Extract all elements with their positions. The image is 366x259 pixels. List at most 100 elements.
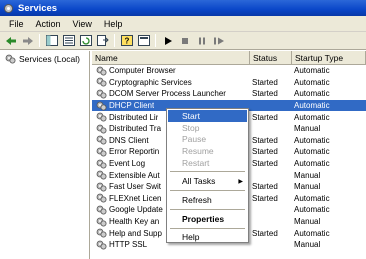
context-menu-properties[interactable]: Properties	[168, 213, 247, 225]
service-startup-type: Automatic	[294, 135, 330, 145]
gear-icon	[96, 217, 107, 227]
gear-icon	[96, 170, 107, 180]
menu-view[interactable]: View	[67, 19, 98, 29]
back-arrow-icon[interactable]	[3, 33, 18, 48]
context-menu-all-tasks[interactable]: All Tasks ▶	[168, 175, 247, 187]
service-name: Distributed Lir	[109, 112, 159, 122]
service-name-cell: DCOM Server Process Launcher	[92, 88, 250, 99]
service-name: Google Update	[109, 205, 163, 215]
context-menu-help[interactable]: Help	[168, 232, 247, 244]
toolbar-separator	[39, 34, 40, 47]
table-row[interactable]: Cryptographic Services Started Automatic	[92, 77, 366, 89]
service-name: Error Reportin	[109, 147, 160, 157]
start-service-icon[interactable]	[160, 33, 175, 48]
menu-separator	[170, 190, 245, 192]
service-status: Started	[252, 89, 278, 99]
service-name-cell: Cryptographic Services	[92, 77, 250, 88]
pause-service-icon[interactable]	[194, 33, 209, 48]
service-status: Started	[252, 193, 278, 203]
service-startup-type: Manual	[294, 182, 321, 192]
service-name: Event Log	[109, 159, 146, 169]
service-startup-type: Manual	[294, 124, 321, 134]
service-startup-type: Manual	[294, 240, 321, 250]
svg-text:?: ?	[124, 37, 129, 46]
service-startup-type: Automatic	[294, 205, 330, 215]
service-name: DCOM Server Process Launcher	[109, 89, 226, 99]
service-name: Help and Supp	[109, 228, 162, 238]
service-name: Fast User Swit	[109, 182, 162, 192]
service-startup-type: Automatic	[294, 159, 330, 169]
submenu-arrow-icon: ▶	[238, 178, 243, 185]
context-menu-refresh[interactable]: Refresh	[168, 194, 247, 206]
console-tree-icon[interactable]	[136, 33, 151, 48]
service-status: Started	[252, 147, 278, 157]
gear-icon	[96, 147, 107, 157]
service-name: DNS Client	[109, 135, 149, 145]
toolbar: ?	[0, 32, 366, 50]
gear-icon	[96, 193, 107, 203]
tree-node-label: Services (Local)	[19, 54, 80, 64]
service-name: Health Key an	[109, 217, 160, 227]
service-name: Distributed Tra	[109, 124, 162, 134]
menu-help[interactable]: Help	[98, 19, 129, 29]
service-startup-type: Automatic	[294, 193, 330, 203]
context-menu-resume: Resume	[182, 145, 214, 156]
service-status: Started	[252, 112, 278, 122]
service-status: Started	[252, 228, 278, 238]
service-name-cell: Computer Browser	[92, 65, 250, 76]
service-startup-type: Automatic	[294, 101, 330, 111]
restart-service-icon[interactable]	[211, 33, 226, 48]
column-header-status[interactable]: Status	[250, 51, 292, 64]
gear-icon	[96, 124, 107, 134]
service-name: FLEXnet Licen	[109, 193, 162, 203]
table-row[interactable]: DCOM Server Process Launcher Started Autom…	[92, 88, 366, 100]
forward-arrow-icon[interactable]	[20, 33, 35, 48]
properties-icon[interactable]	[61, 33, 76, 48]
window-title: Services	[18, 2, 58, 14]
stop-service-icon[interactable]	[177, 33, 192, 48]
export-list-icon[interactable]	[95, 33, 110, 48]
gear-icon	[96, 101, 107, 111]
service-startup-type: Manual	[294, 217, 321, 227]
service-startup-type: Automatic	[294, 112, 330, 122]
service-startup-type: Automatic	[294, 66, 330, 76]
title-bar[interactable]: Services	[0, 0, 366, 16]
service-name: HTTP SSL	[109, 240, 148, 250]
service-startup-type: Manual	[294, 170, 321, 180]
column-header-startup-type[interactable]: Startup Type	[292, 51, 366, 64]
service-status: Started	[252, 159, 278, 169]
menu-separator	[170, 227, 245, 229]
menu-separator	[170, 208, 245, 210]
context-menu-start[interactable]: Start	[168, 110, 247, 122]
refresh-icon[interactable]	[78, 33, 93, 48]
all-tasks-label: All Tasks	[182, 176, 216, 187]
service-name: Extensible Aut	[109, 170, 160, 180]
service-name: Cryptographic Services	[109, 77, 192, 87]
gear-icon	[96, 112, 107, 122]
help-icon[interactable]: ?	[119, 33, 134, 48]
service-startup-type: Automatic	[294, 147, 330, 157]
service-status: Started	[252, 135, 278, 145]
service-status: Started	[252, 182, 278, 192]
toolbar-separator	[114, 34, 115, 47]
service-status: Started	[252, 77, 278, 87]
gear-icon	[96, 159, 107, 169]
menu-bar: File Action View Help	[0, 16, 366, 32]
table-row[interactable]: Computer Browser Automatic	[92, 65, 366, 77]
console-tree: Services (Local)	[0, 51, 90, 259]
service-startup-type: Automatic	[294, 89, 330, 99]
menu-action[interactable]: Action	[30, 19, 67, 29]
service-startup-type: Automatic	[294, 77, 330, 87]
context-menu-pause: Pause	[182, 134, 207, 145]
show-hide-tree-icon[interactable]	[44, 33, 59, 48]
gear-icon	[96, 66, 107, 76]
gear-icon	[96, 135, 107, 145]
gear-icon	[96, 205, 107, 215]
gear-icon	[96, 228, 107, 238]
service-name: Computer Browser	[109, 66, 176, 76]
column-header-name[interactable]: Name	[92, 51, 250, 64]
menu-file[interactable]: File	[3, 19, 30, 29]
gear-icon	[5, 54, 16, 64]
tree-node-services-local[interactable]: Services (Local)	[0, 51, 89, 64]
list-header: Name Status Startup Type	[92, 51, 366, 65]
